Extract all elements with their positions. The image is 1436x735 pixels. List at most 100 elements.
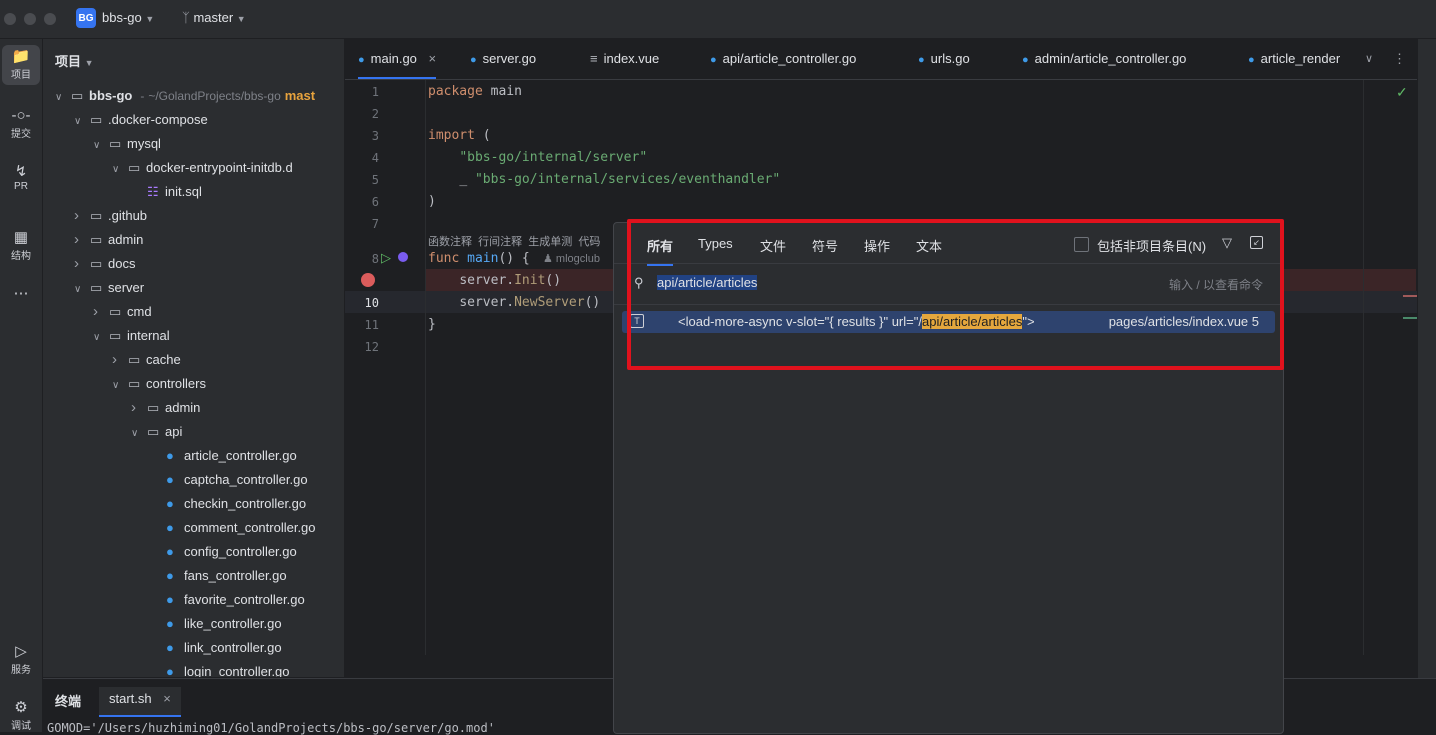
breakpoint-icon[interactable] bbox=[361, 273, 375, 287]
tree-item[interactable]: ∨ ▭ server bbox=[74, 276, 144, 300]
highlight-annotation-box bbox=[627, 219, 1284, 370]
chevron-right-icon[interactable]: › bbox=[112, 348, 128, 372]
editor-tab-admin-article-controller[interactable]: ● admin/article_controller.go bbox=[1022, 39, 1186, 79]
tab-list-dropdown[interactable]: ∨ bbox=[1365, 39, 1373, 79]
tree-item[interactable]: ● like_controller.go bbox=[150, 612, 282, 636]
chevron-down-icon[interactable]: ∨ bbox=[55, 86, 71, 110]
minimize-window-button[interactable] bbox=[24, 13, 36, 25]
function-name: main bbox=[467, 251, 499, 266]
error-stripe-marker[interactable] bbox=[1403, 295, 1417, 297]
line-number: 4 bbox=[371, 151, 379, 165]
debug-gutter-icon[interactable] bbox=[398, 252, 408, 262]
more-icon: ⋯ bbox=[13, 285, 29, 302]
folder-icon: ▭ bbox=[128, 376, 141, 391]
chevron-down-icon[interactable]: ∨ bbox=[93, 326, 109, 350]
chevron-right-icon[interactable]: › bbox=[93, 300, 109, 324]
terminal-session-tab[interactable]: start.sh × bbox=[99, 687, 181, 717]
tree-item[interactable]: › ▭ admin bbox=[131, 396, 200, 420]
tree-item[interactable]: ∨ ▭ bbs-go - ~/GolandProjects/bbs-go mast bbox=[55, 84, 315, 108]
tree-item[interactable]: ● checkin_controller.go bbox=[150, 492, 306, 516]
line-number: 11 bbox=[364, 318, 379, 332]
code-text: main bbox=[482, 84, 522, 99]
editor-tab-api-article-controller[interactable]: ● api/article_controller.go bbox=[710, 39, 856, 79]
project-branch: mast bbox=[284, 88, 316, 103]
tree-item[interactable]: ∨ ▭ internal bbox=[93, 324, 170, 348]
go-file-icon: ● bbox=[166, 640, 174, 655]
branch-switcher[interactable]: ᛉ master ▼ bbox=[182, 10, 246, 25]
services-icon: ▷ bbox=[15, 643, 27, 660]
tool-pull-requests[interactable]: ↯ PR bbox=[2, 163, 40, 192]
tree-item[interactable]: ● favorite_controller.go bbox=[150, 588, 305, 612]
inlay-hints[interactable]: 函数注释 行间注释 生成单测 代码 bbox=[428, 233, 600, 249]
tree-item[interactable]: › ▭ .github bbox=[74, 204, 147, 228]
session-label: start.sh bbox=[109, 691, 152, 706]
tree-item[interactable]: ● link_controller.go bbox=[150, 636, 282, 660]
project-badge[interactable]: BG bbox=[76, 8, 96, 28]
tree-item[interactable]: › ▭ cmd bbox=[93, 300, 152, 324]
tree-item[interactable]: › ▭ cache bbox=[112, 348, 181, 372]
tree-item[interactable]: › ▭ docs bbox=[74, 252, 135, 276]
tree-item[interactable]: ● captcha_controller.go bbox=[150, 468, 308, 492]
tree-item[interactable]: ∨ ▭ mysql bbox=[93, 132, 161, 156]
keyword: func bbox=[428, 251, 460, 266]
tool-structure[interactable]: ▦ 结构 bbox=[2, 229, 40, 262]
line-number: 2 bbox=[371, 107, 379, 121]
author-hint[interactable]: ♟ mlogclub bbox=[543, 252, 600, 265]
right-tool-strip bbox=[1417, 39, 1436, 732]
chevron-right-icon[interactable]: › bbox=[131, 396, 147, 420]
zoom-window-button[interactable] bbox=[44, 13, 56, 25]
tree-item[interactable]: ∨ ▭ docker-entrypoint-initdb.d bbox=[112, 156, 293, 180]
tree-item-label: admin bbox=[165, 400, 201, 415]
tab-options-button[interactable]: ⋮ bbox=[1393, 39, 1406, 79]
checkmark-icon[interactable]: ✓ bbox=[1396, 84, 1408, 101]
editor-tab-urls-go[interactable]: ● urls.go bbox=[918, 39, 970, 79]
tree-item[interactable]: ☷ init.sql bbox=[131, 180, 202, 204]
tool-services[interactable]: ▷ 服务 bbox=[2, 643, 40, 676]
tree-item[interactable]: › ▭ admin bbox=[74, 228, 143, 252]
close-icon[interactable]: × bbox=[163, 691, 171, 706]
structure-icon: ▦ bbox=[13, 229, 29, 246]
go-file-icon: ● bbox=[358, 54, 365, 66]
chevron-down-icon[interactable]: ∨ bbox=[112, 158, 128, 182]
tree-item[interactable]: ● login_controller.go bbox=[150, 660, 290, 677]
keyword: package bbox=[428, 84, 483, 99]
close-window-button[interactable] bbox=[4, 13, 16, 25]
tree-item[interactable]: ● fans_controller.go bbox=[150, 564, 287, 588]
terminal-tab[interactable]: 终端 bbox=[55, 691, 81, 710]
tab-label: index.vue bbox=[603, 51, 660, 66]
editor-tab-bar: ● main.go × ● server.go ≡ index.vue ● api/ar… bbox=[345, 39, 1417, 80]
chevron-down-icon[interactable]: ∨ bbox=[93, 134, 109, 158]
tree-item-label: comment_controller.go bbox=[184, 520, 316, 535]
keyword: import bbox=[428, 128, 475, 143]
folder-icon: ▭ bbox=[147, 424, 160, 439]
editor-scrollbar-track[interactable] bbox=[1363, 80, 1364, 655]
change-stripe-marker[interactable] bbox=[1403, 317, 1417, 319]
chevron-down-icon[interactable]: ∨ bbox=[131, 422, 147, 446]
project-switcher[interactable]: bbs-go ▼ bbox=[102, 10, 154, 25]
chevron-down-icon[interactable]: ∨ bbox=[74, 110, 90, 134]
run-icon[interactable]: ▷ bbox=[381, 250, 391, 266]
chevron-down-icon: ▼ bbox=[236, 14, 246, 24]
editor-tab-server-go[interactable]: ● server.go bbox=[470, 39, 536, 79]
chevron-down-icon[interactable]: ∨ bbox=[112, 374, 128, 398]
tree-item[interactable]: ∨ ▭ controllers bbox=[112, 372, 206, 396]
close-icon[interactable]: × bbox=[429, 51, 437, 66]
project-panel-header[interactable]: 项目 ▼ bbox=[55, 51, 94, 70]
chevron-right-icon[interactable]: › bbox=[74, 252, 90, 276]
more-tools-button[interactable]: ⋯ bbox=[2, 285, 40, 303]
tool-project[interactable]: 📁 项目 bbox=[2, 45, 40, 85]
tree-item[interactable]: ● comment_controller.go bbox=[150, 516, 316, 540]
tool-debug[interactable]: ⚙ 调试 bbox=[2, 699, 40, 732]
tree-item[interactable]: ● article_controller.go bbox=[150, 444, 297, 468]
chevron-right-icon[interactable]: › bbox=[74, 228, 90, 252]
tree-item[interactable]: ● config_controller.go bbox=[150, 540, 297, 564]
editor-tab-article-render[interactable]: ● article_render bbox=[1248, 39, 1353, 79]
terminal-output[interactable]: GOMOD='/Users/huzhiming01/GolandProjects… bbox=[47, 721, 495, 735]
editor-tab-main-go[interactable]: ● main.go × bbox=[358, 39, 437, 79]
chevron-down-icon[interactable]: ∨ bbox=[74, 278, 90, 302]
tool-commit[interactable]: -○- 提交 bbox=[2, 107, 40, 140]
editor-tab-index-vue[interactable]: ≡ index.vue bbox=[590, 39, 659, 79]
tree-item[interactable]: ∨ ▭ .docker-compose bbox=[74, 108, 208, 132]
chevron-right-icon[interactable]: › bbox=[74, 204, 90, 228]
tree-item[interactable]: ∨ ▭ api bbox=[131, 420, 182, 444]
